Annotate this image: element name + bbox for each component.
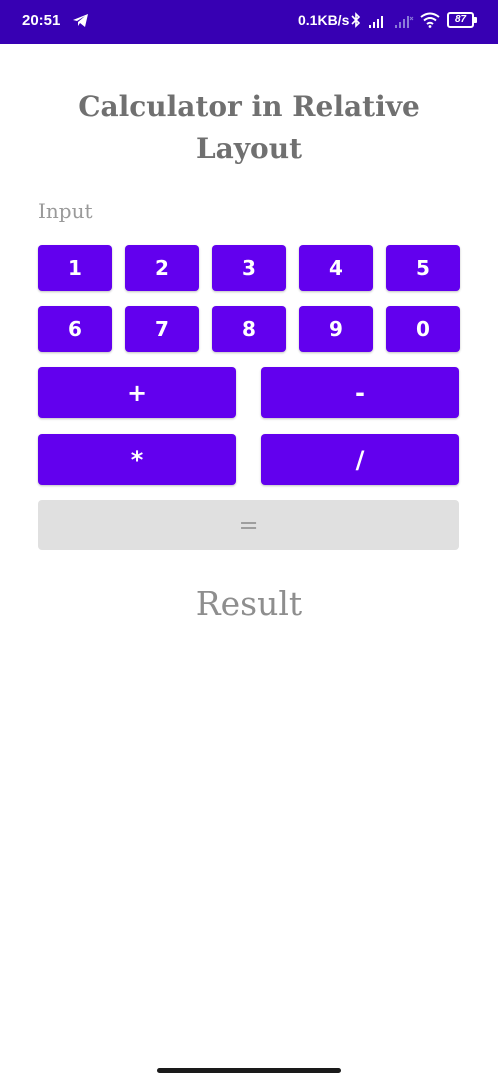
equals-button[interactable]: = <box>38 500 459 550</box>
input-field[interactable] <box>38 196 458 226</box>
app-screen: 20:51 0.1KB/s 87 Calculator in Relative … <box>0 0 498 1080</box>
wifi-icon <box>420 12 440 28</box>
digit-button-7[interactable]: 7 <box>125 306 199 352</box>
status-bar: 20:51 0.1KB/s 87 <box>0 0 498 44</box>
digit-button-3[interactable]: 3 <box>212 245 286 291</box>
digit-button-2[interactable]: 2 <box>125 245 199 291</box>
digit-button-6[interactable]: 6 <box>38 306 112 352</box>
status-time: 20:51 <box>22 12 61 29</box>
digit-button-5[interactable]: 5 <box>386 245 460 291</box>
signal-icon <box>369 16 383 28</box>
digit-button-8[interactable]: 8 <box>212 306 286 352</box>
battery-level: 87 <box>447 12 474 28</box>
add-button[interactable]: + <box>38 367 236 418</box>
digit-button-9[interactable]: 9 <box>299 306 373 352</box>
subtract-button[interactable]: - <box>261 367 459 418</box>
digit-button-0[interactable]: 0 <box>386 306 460 352</box>
home-indicator[interactable] <box>157 1068 341 1073</box>
network-speed: 0.1KB/s <box>298 12 350 28</box>
bluetooth-icon <box>351 12 361 28</box>
page-title: Calculator in Relative Layout <box>78 90 420 165</box>
digit-button-4[interactable]: 4 <box>299 245 373 291</box>
telegram-icon <box>73 14 88 27</box>
digit-button-1[interactable]: 1 <box>38 245 112 291</box>
divide-button[interactable]: / <box>261 434 459 485</box>
battery-icon: 87 <box>447 12 477 28</box>
battery-tip <box>474 17 477 23</box>
signal-icon <box>395 16 414 28</box>
multiply-button[interactable]: * <box>38 434 236 485</box>
result-text: Result <box>195 584 303 623</box>
